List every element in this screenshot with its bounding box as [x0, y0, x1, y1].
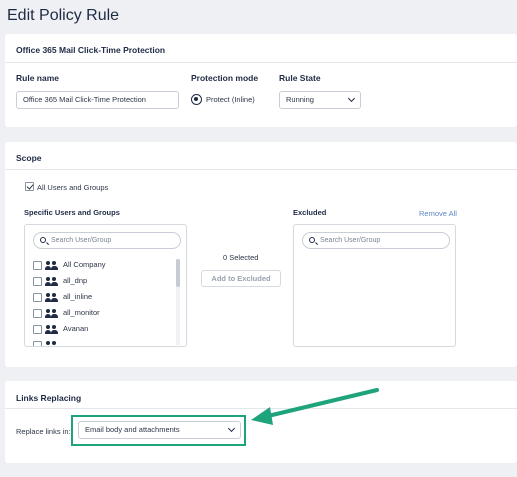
protection-mode-label: Protection mode: [191, 73, 259, 83]
protection-mode-option: Protect (Inline): [206, 95, 255, 104]
checkbox-icon[interactable]: [33, 277, 42, 286]
all-users-checkbox[interactable]: [25, 182, 34, 191]
list-item[interactable]: [33, 339, 168, 346]
checkbox-icon[interactable]: [33, 261, 42, 270]
scope-card: Scope All Users and Groups Specific User…: [5, 142, 517, 367]
links-card-header: Links Replacing: [16, 393, 82, 403]
search-placeholder: Search User/Group: [51, 237, 112, 244]
rule-card: Office 365 Mail Click-Time Protection Ru…: [5, 34, 517, 127]
users-icon: [45, 277, 59, 286]
search-icon: [40, 237, 46, 243]
checkbox-icon[interactable]: [33, 309, 42, 318]
checkbox-icon[interactable]: [33, 325, 42, 334]
users-icon: [45, 293, 59, 302]
chevron-down-icon: [227, 424, 236, 433]
selected-count: 0 Selected: [223, 253, 259, 262]
group-label: all_inline: [63, 292, 93, 301]
search-input[interactable]: Search User/Group: [33, 232, 181, 249]
list-item[interactable]: Avanan: [33, 323, 168, 337]
list-item[interactable]: all_inline: [33, 291, 168, 305]
links-card: Links Replacing Replace links in: Email …: [5, 381, 517, 463]
rule-state-select[interactable]: Running: [279, 91, 361, 109]
chevron-down-icon: [347, 94, 356, 103]
scrollbar-thumb[interactable]: [176, 259, 180, 287]
specific-users-label: Specific Users and Groups: [24, 208, 120, 217]
rule-state-label: Rule State: [279, 73, 321, 83]
users-icon: [45, 261, 59, 270]
all-users-label: All Users and Groups: [37, 183, 109, 192]
divider: [5, 169, 517, 170]
divider: [5, 408, 517, 409]
group-label: All Company: [63, 260, 106, 269]
group-label: Avanan: [63, 324, 89, 333]
users-icon: [45, 341, 59, 346]
users-icon: [45, 309, 59, 318]
divider: [5, 62, 517, 63]
add-to-excluded-button[interactable]: Add to Excluded: [201, 270, 281, 287]
group-label: all_monitor: [63, 308, 100, 317]
radio-selected-icon[interactable]: [191, 94, 202, 105]
rule-name-label: Rule name: [16, 73, 59, 83]
checkbox-icon[interactable]: [33, 293, 42, 302]
excluded-search-input[interactable]: Search User/Group: [302, 232, 450, 249]
list-item[interactable]: all_monitor: [33, 307, 168, 321]
search-icon: [309, 237, 315, 243]
specific-users-panel: Search User/Group All Company all_dnp al…: [24, 224, 187, 347]
list-item[interactable]: all_dnp: [33, 275, 168, 289]
group-label: all_dnp: [63, 276, 88, 285]
page-title: Edit Policy Rule: [7, 7, 120, 24]
replace-links-label: Replace links in:: [16, 427, 71, 436]
replace-links-value: Email body and attachments: [85, 425, 180, 434]
replace-links-select[interactable]: Email body and attachments: [78, 421, 241, 439]
excluded-panel: Search User/Group: [293, 224, 456, 347]
rule-state-value: Running: [286, 95, 314, 104]
rule-name-input[interactable]: Office 365 Mail Click-Time Protection: [16, 91, 179, 109]
excluded-search-placeholder: Search User/Group: [320, 237, 381, 244]
rule-card-header: Office 365 Mail Click-Time Protection: [16, 45, 166, 55]
list-item[interactable]: All Company: [33, 259, 168, 273]
users-icon: [45, 325, 59, 334]
excluded-label: Excluded: [293, 208, 327, 217]
checkbox-icon[interactable]: [33, 341, 42, 346]
remove-all-link[interactable]: Remove All: [419, 209, 457, 218]
scope-card-header: Scope: [16, 153, 42, 163]
